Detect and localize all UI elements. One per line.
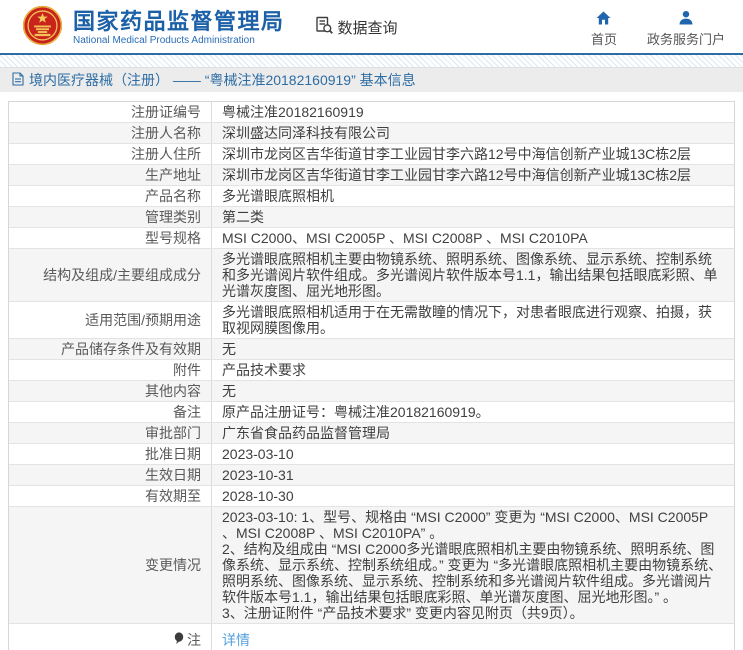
- row-value: 原产品注册证号：粤械注准20182160919。: [212, 402, 734, 422]
- row-label: 其他内容: [9, 381, 212, 401]
- table-row: 型号规格MSI C2000、MSI C2005P 、MSI C2008P 、MS…: [9, 227, 734, 248]
- row-value: 深圳市龙岗区吉华街道甘李工业园甘李六路12号中海信创新产业城13C栋2层: [212, 144, 734, 164]
- note-value: 详情: [212, 624, 734, 650]
- row-value: 2023-10-31: [212, 465, 734, 485]
- table-row: 产品名称多光谱眼底照相机: [9, 185, 734, 206]
- row-label: 结构及组成/主要组成成分: [9, 249, 212, 301]
- row-value: 多光谱眼底照相机主要由物镜系统、照明系统、图像系统、显示系统、控制系统和多光谱阅…: [212, 249, 734, 301]
- row-value: MSI C2000、MSI C2005P 、MSI C2008P 、MSI C2…: [212, 228, 734, 248]
- row-value: 产品技术要求: [212, 360, 734, 380]
- note-icon: [174, 632, 187, 648]
- row-label: 审批部门: [9, 423, 212, 443]
- table-row: 管理类别第二类: [9, 206, 734, 227]
- main-content: 注册证编号粤械注准20182160919 注册人名称深圳盛达同泽科技有限公司 注…: [8, 101, 735, 650]
- home-label: 首页: [591, 29, 617, 48]
- row-label: 注册证编号: [9, 102, 212, 122]
- page-title: 境内医疗器械（注册） —— “粤械注准20182160919” 基本信息: [29, 70, 416, 90]
- table-row: 有效期至2028-10-30: [9, 485, 734, 506]
- row-label: 型号规格: [9, 228, 212, 248]
- row-value: 2023-03-10: [212, 444, 734, 464]
- site-header: 国家药品监督管理局 National Medical Products Admi…: [0, 0, 743, 53]
- gov-portal-link[interactable]: 政务服务门户: [647, 8, 725, 48]
- row-value: 第二类: [212, 207, 734, 227]
- row-value: 多光谱眼底照相机适用于在无需散瞳的情况下，对患者眼底进行观察、拍摄，获取视网膜图…: [212, 302, 734, 338]
- home-link[interactable]: 首页: [591, 8, 617, 48]
- table-row: 生效日期2023-10-31: [9, 464, 734, 485]
- agency-name-cn: 国家药品监督管理局: [73, 10, 285, 34]
- table-row: 批准日期2023-03-10: [9, 443, 734, 464]
- row-value: 粤械注准20182160919: [212, 102, 734, 122]
- row-label: 注册人名称: [9, 123, 212, 143]
- row-value: 多光谱眼底照相机: [212, 186, 734, 206]
- table-row: 产品储存条件及有效期无: [9, 338, 734, 359]
- agency-name-en: National Medical Products Administration: [73, 35, 285, 46]
- row-label: 附件: [9, 360, 212, 380]
- document-search-icon: [315, 16, 338, 39]
- row-label: 产品名称: [9, 186, 212, 206]
- table-row-note: 注 详情: [9, 623, 734, 650]
- brand-text: 国家药品监督管理局 National Medical Products Admi…: [73, 10, 285, 46]
- brand: 国家药品监督管理局 National Medical Products Admi…: [22, 5, 285, 51]
- row-value: 深圳盛达同泽科技有限公司: [212, 123, 734, 143]
- table-row: 结构及组成/主要组成成分多光谱眼底照相机主要由物镜系统、照明系统、图像系统、显示…: [9, 248, 734, 301]
- home-icon: [595, 8, 612, 26]
- row-value: 无: [212, 381, 734, 401]
- table-row: 注册人住所深圳市龙岗区吉华街道甘李工业园甘李六路12号中海信创新产业城13C栋2…: [9, 143, 734, 164]
- row-label: 适用范围/预期用途: [9, 302, 212, 338]
- note-label: 注: [9, 624, 212, 650]
- table-row: 附件产品技术要求: [9, 359, 734, 380]
- row-label: 变更情况: [9, 507, 212, 623]
- national-emblem-logo: [22, 5, 63, 51]
- page: 国家药品监督管理局 National Medical Products Admi…: [0, 0, 743, 650]
- row-label: 注册人住所: [9, 144, 212, 164]
- table-row: 变更情况2023-03-10: 1、型号、规格由 “MSI C2000” 变更为…: [9, 506, 734, 623]
- table-row: 审批部门广东省食品药品监督管理局: [9, 422, 734, 443]
- row-value: 广东省食品药品监督管理局: [212, 423, 734, 443]
- row-label: 生产地址: [9, 165, 212, 185]
- gov-portal-label: 政务服务门户: [647, 29, 725, 48]
- table-row: 生产地址深圳市龙岗区吉华街道甘李工业园甘李六路12号中海信创新产业城13C栋2层: [9, 164, 734, 185]
- user-icon: [678, 8, 694, 26]
- table-row: 注册证编号粤械注准20182160919: [9, 102, 734, 122]
- row-label: 管理类别: [9, 207, 212, 227]
- stripe-band: [0, 55, 743, 67]
- row-value: 2028-10-30: [212, 486, 734, 506]
- data-query-nav[interactable]: 数据查询: [315, 16, 398, 39]
- row-value: 2023-03-10: 1、型号、规格由 “MSI C2000” 变更为 “MS…: [212, 507, 734, 623]
- data-query-label: 数据查询: [338, 17, 398, 38]
- table-row: 适用范围/预期用途多光谱眼底照相机适用于在无需散瞳的情况下，对患者眼底进行观察、…: [9, 301, 734, 338]
- document-icon: [12, 72, 29, 89]
- table-row: 其他内容无: [9, 380, 734, 401]
- row-label: 产品储存条件及有效期: [9, 339, 212, 359]
- table-row: 备注原产品注册证号：粤械注准20182160919。: [9, 401, 734, 422]
- row-label: 生效日期: [9, 465, 212, 485]
- page-title-bar: 境内医疗器械（注册） —— “粤械注准20182160919” 基本信息: [0, 67, 743, 92]
- details-link[interactable]: 详情: [222, 632, 250, 648]
- registration-info-table: 注册证编号粤械注准20182160919 注册人名称深圳盛达同泽科技有限公司 注…: [8, 101, 735, 650]
- header-nav: 首页 政务服务门户: [591, 8, 725, 48]
- table-row: 注册人名称深圳盛达同泽科技有限公司: [9, 122, 734, 143]
- row-value: 深圳市龙岗区吉华街道甘李工业园甘李六路12号中海信创新产业城13C栋2层: [212, 165, 734, 185]
- row-label: 备注: [9, 402, 212, 422]
- row-label: 批准日期: [9, 444, 212, 464]
- row-value: 无: [212, 339, 734, 359]
- row-label: 有效期至: [9, 486, 212, 506]
